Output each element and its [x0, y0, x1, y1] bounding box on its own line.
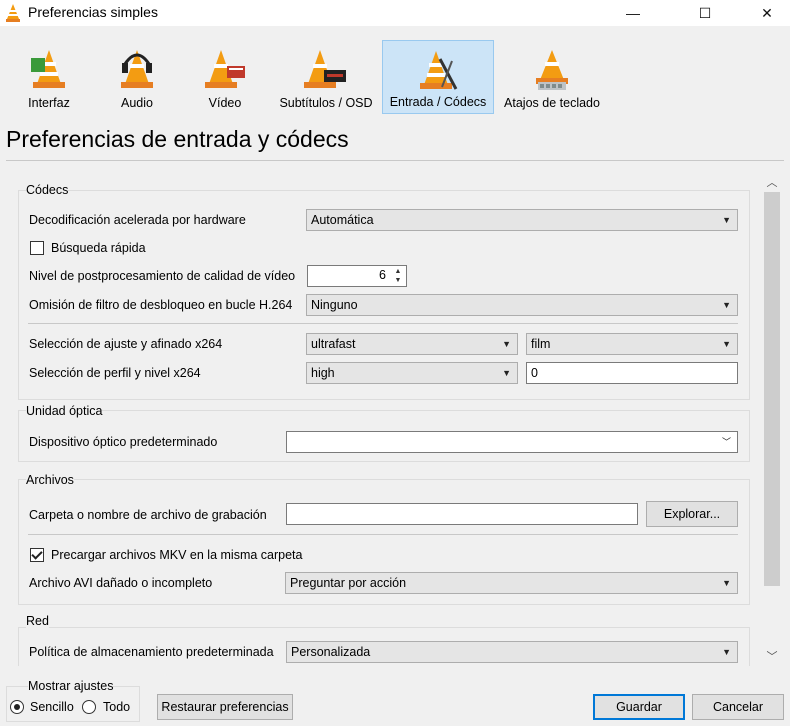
- tab-interface[interactable]: Interfaz: [14, 40, 84, 114]
- hw-decoding-label: Decodificación acelerada por hardware: [29, 213, 246, 227]
- chevron-down-icon: ﹀: [721, 437, 731, 447]
- x264-tune-value: film: [531, 337, 551, 351]
- scroll-down-icon[interactable]: ﹀: [762, 646, 782, 666]
- cache-policy-select[interactable]: Personalizada ▼: [286, 641, 738, 663]
- tab-input-codecs[interactable]: Entrada / Códecs: [382, 40, 494, 114]
- simple-radio-label: Sencillo: [30, 700, 74, 714]
- cone-headphones-icon: [121, 50, 153, 88]
- chevron-down-icon: ▼: [722, 578, 731, 588]
- vertical-scrollbar[interactable]: ︿ ﹀: [762, 168, 782, 666]
- cone-video-icon: [205, 50, 245, 88]
- fast-seek-label: Búsqueda rápida: [51, 241, 146, 255]
- vlc-cone-icon: [6, 4, 20, 22]
- tab-video[interactable]: Vídeo: [190, 40, 260, 114]
- files-divider: [28, 534, 738, 535]
- record-folder-label: Carpeta o nombre de archivo de grabación: [29, 508, 267, 522]
- tab-video-label: Vídeo: [208, 96, 242, 110]
- x264-profile-label: Selección de perfil y nivel x264: [29, 366, 201, 380]
- x264-preset-select[interactable]: ultrafast ▼: [306, 333, 518, 355]
- optical-group-title: Unidad óptica: [26, 404, 103, 418]
- chevron-down-icon: ▼: [502, 368, 511, 378]
- files-group-title: Archivos: [26, 473, 74, 487]
- minimize-button[interactable]: —: [610, 0, 656, 26]
- postproc-value: 6: [379, 268, 386, 282]
- network-group-title: Red: [26, 614, 49, 628]
- x264-profile-value: high: [311, 366, 335, 380]
- deblock-label: Omisión de filtro de desbloqueo en bucle…: [29, 298, 293, 312]
- mkv-preload-label: Precargar archivos MKV en la misma carpe…: [51, 548, 303, 562]
- deblock-value: Ninguno: [311, 298, 358, 312]
- postproc-label: Nivel de postprocesamiento de calidad de…: [29, 269, 296, 283]
- tab-hotkeys-label: Atajos de teclado: [504, 96, 600, 110]
- tab-input-codecs-label: Entrada / Códecs: [389, 95, 487, 109]
- x264-level-value: 0: [531, 366, 538, 380]
- cache-policy-value: Personalizada: [291, 645, 371, 659]
- cone-codecs-icon: [420, 51, 458, 90]
- fast-seek-checkbox[interactable]: [30, 241, 44, 255]
- page-title: Preferencias de entrada y códecs: [6, 126, 349, 152]
- deblock-select[interactable]: Ninguno ▼: [306, 294, 738, 316]
- category-toolbar: Interfaz Audio Vídeo Subtítulos / OSD En…: [0, 26, 790, 116]
- tab-audio[interactable]: Audio: [104, 40, 170, 114]
- chevron-down-icon: ▼: [722, 215, 731, 225]
- window-title: Preferencias simples: [28, 4, 158, 20]
- tab-audio-label: Audio: [121, 96, 153, 110]
- show-settings-label: Mostrar ajustes: [28, 679, 114, 693]
- save-button[interactable]: Guardar: [593, 694, 685, 720]
- x264-preset-value: ultrafast: [311, 337, 356, 351]
- chevron-down-icon: ▼: [722, 300, 731, 310]
- close-button[interactable]: ✕: [744, 0, 790, 26]
- all-radio[interactable]: [82, 700, 96, 714]
- avi-repair-label: Archivo AVI dañado o incompleto: [29, 576, 213, 590]
- codecs-divider: [28, 323, 738, 324]
- x264-profile-select[interactable]: high ▼: [306, 362, 518, 384]
- maximize-button[interactable]: ☐: [682, 0, 728, 26]
- simple-radio[interactable]: [10, 700, 24, 714]
- cache-policy-label: Política de almacenamiento predeterminad…: [29, 645, 274, 659]
- scroll-up-icon[interactable]: ︿: [762, 172, 782, 192]
- optical-device-select[interactable]: ﹀: [286, 431, 738, 453]
- all-radio-label: Todo: [103, 700, 131, 714]
- tab-subtitles-label: Subtítulos / OSD: [279, 96, 373, 110]
- chevron-down-icon: ▼: [502, 339, 511, 349]
- scrollbar-thumb[interactable]: [764, 192, 780, 586]
- heading-separator: [6, 160, 784, 161]
- bottom-bar: Mostrar ajustes Sencillo Todo Restaurar …: [0, 666, 790, 726]
- x264-tune-select[interactable]: film ▼: [526, 333, 738, 355]
- cone-subtitles-icon: [304, 50, 346, 88]
- tab-hotkeys[interactable]: Atajos de teclado: [498, 40, 606, 114]
- spin-arrows-icon[interactable]: ▲ ▼: [392, 267, 404, 285]
- page-heading-area: Preferencias de entrada y códecs: [0, 116, 790, 166]
- cancel-button[interactable]: Cancelar: [692, 694, 784, 720]
- avi-repair-value: Preguntar por acción: [290, 576, 407, 590]
- hw-decoding-value: Automática: [311, 213, 374, 227]
- cone-hotkeys-icon: [536, 50, 568, 90]
- browse-button[interactable]: Explorar...: [646, 501, 738, 527]
- hw-decoding-select[interactable]: Automática ▼: [306, 209, 738, 231]
- title-bar: Preferencias simples — ☐ ✕: [0, 0, 790, 26]
- x264-level-input[interactable]: 0: [526, 362, 738, 384]
- cone-interface-icon: [31, 50, 65, 88]
- tab-subtitles[interactable]: Subtítulos / OSD: [274, 40, 378, 114]
- record-folder-input[interactable]: [286, 503, 638, 525]
- avi-repair-select[interactable]: Preguntar por acción ▼: [285, 572, 738, 594]
- mkv-preload-checkbox[interactable]: [30, 548, 44, 562]
- settings-scroll-area: Códecs Decodificación acelerada por hard…: [0, 166, 790, 666]
- chevron-down-icon: ▼: [722, 647, 731, 657]
- codecs-group-title: Códecs: [26, 183, 69, 197]
- chevron-down-icon: ▼: [722, 339, 731, 349]
- reset-preferences-button[interactable]: Restaurar preferencias: [157, 694, 293, 720]
- postproc-spinbox[interactable]: 6 ▲ ▼: [307, 265, 407, 287]
- tab-interface-label: Interfaz: [28, 96, 70, 110]
- x264-preset-label: Selección de ajuste y afinado x264: [29, 337, 223, 351]
- optical-device-label: Dispositivo óptico predeterminado: [29, 435, 218, 449]
